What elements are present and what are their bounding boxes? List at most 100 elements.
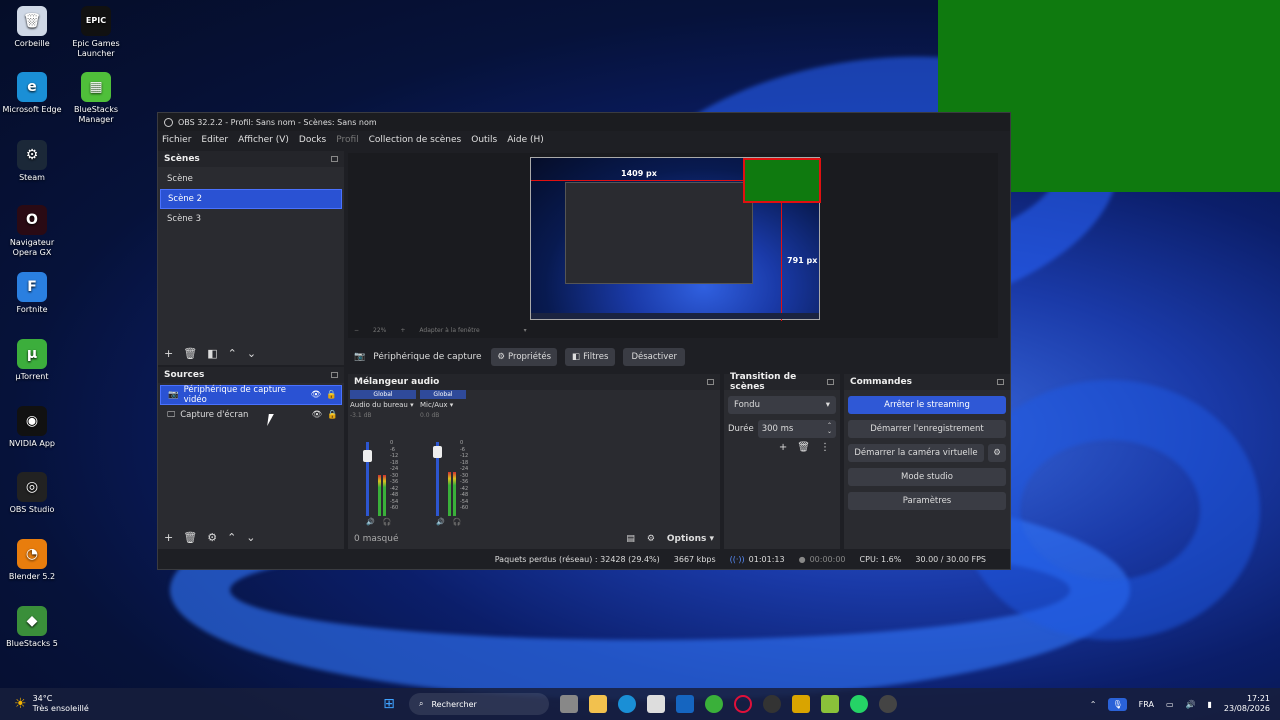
volume-fader[interactable] — [363, 442, 372, 516]
mail-icon[interactable] — [676, 695, 694, 713]
headphones-icon[interactable]: 🎧 — [453, 518, 462, 526]
settings-button[interactable]: Paramètres — [848, 492, 1006, 510]
desktop-shortcut[interactable]: O Navigateur Opera GX — [0, 205, 64, 258]
desktop-shortcut[interactable]: EPIC Epic Games Launcher — [64, 6, 128, 59]
add-icon[interactable]: + — [164, 531, 173, 544]
undock-icon[interactable] — [707, 379, 714, 385]
desktop-shortcut[interactable]: µ µTorrent — [0, 339, 64, 382]
menu-profil[interactable]: Profil — [336, 135, 358, 145]
layout-icon[interactable]: ▤ — [626, 534, 635, 544]
start-virtual-camera-button[interactable]: Démarrer la caméra virtuelle — [848, 444, 984, 462]
desktop-shortcut[interactable]: e Microsoft Edge — [0, 72, 64, 115]
fit-to-window-select[interactable]: Adapter à la fenêtre — [419, 327, 479, 334]
menu-afficher[interactable]: Afficher (V) — [238, 135, 289, 145]
properties-button[interactable]: ⚙ Propriétés — [491, 348, 558, 366]
bluestacks-icon[interactable] — [792, 695, 810, 713]
preview-screen[interactable]: 1409 px 791 px — [530, 157, 821, 321]
file-explorer-icon[interactable] — [589, 695, 607, 713]
scene-item-selected[interactable]: Scène 2 — [160, 189, 342, 209]
network-icon[interactable]: ▭ — [1166, 700, 1174, 709]
transition-type-select[interactable]: Fondu ▾ — [728, 396, 836, 414]
undock-icon[interactable] — [331, 372, 338, 378]
speaker-icon[interactable]: 🔊 — [436, 518, 445, 526]
filters-button[interactable]: ◧ Filtres — [565, 348, 616, 366]
desktop-shortcut[interactable]: ⚙ Steam — [0, 140, 64, 183]
edge-icon[interactable] — [618, 695, 636, 713]
whatsapp-icon[interactable] — [850, 695, 868, 713]
zoom-in-icon[interactable]: + — [400, 327, 405, 334]
store-icon[interactable] — [647, 695, 665, 713]
visibility-eye-icon[interactable]: 👁 — [312, 410, 323, 420]
battery-icon[interactable]: ▮ — [1207, 700, 1211, 709]
add-icon[interactable]: + — [779, 442, 787, 453]
desktop-shortcut[interactable]: ▦ BlueStacks Manager — [64, 72, 128, 125]
bluestacks-manager-icon[interactable] — [821, 695, 839, 713]
stop-streaming-button[interactable]: Arrêter le streaming — [848, 396, 1006, 414]
lock-icon[interactable]: 🔒 — [326, 390, 337, 400]
audio-mixer-panel: Mélangeur audio Global Audio du bureau ▾ -… — [348, 374, 720, 549]
virtual-camera-settings-button[interactable]: ⚙ — [988, 444, 1006, 462]
microphone-icon[interactable]: 🎙 — [1108, 697, 1127, 711]
options-button[interactable]: Options ▾ — [667, 534, 714, 544]
fader-handle[interactable] — [433, 446, 442, 458]
undock-icon[interactable] — [331, 156, 338, 162]
undock-icon[interactable] — [997, 379, 1004, 385]
gear-icon[interactable]: ⚙ — [207, 531, 217, 544]
settings-icon[interactable]: ⚙ — [647, 534, 655, 544]
fader-handle[interactable] — [363, 450, 372, 462]
headphones-icon[interactable]: 🎧 — [383, 518, 392, 526]
xbox-icon[interactable] — [705, 695, 723, 713]
channel-name-dropdown[interactable]: Mic/Aux ▾ — [420, 401, 480, 409]
scene-item[interactable]: Scène — [160, 169, 342, 189]
tray-chevron-icon[interactable]: ⌃ — [1090, 700, 1097, 709]
desktop-shortcut[interactable]: ◆ BlueStacks 5 — [0, 606, 64, 649]
desktop-shortcut[interactable]: 🗑 Corbeille — [0, 6, 64, 49]
taskbar-search[interactable]: ⌕ Rechercher — [409, 693, 549, 715]
desktop-shortcut[interactable]: ◎ OBS Studio — [0, 472, 64, 515]
speaker-icon[interactable]: 🔊 — [366, 518, 375, 526]
menu-collection-scenes[interactable]: Collection de scènes — [369, 135, 462, 145]
move-down-icon[interactable]: ⌄ — [247, 347, 256, 360]
channel-name-dropdown[interactable]: Audio du bureau ▾ — [350, 401, 414, 409]
duration-spinbox[interactable]: 300 ms ⌃ ⌄ — [757, 420, 836, 438]
clock[interactable]: 17:21 23/08/2026 — [1224, 694, 1270, 714]
deactivate-button[interactable]: Désactiver — [623, 348, 686, 366]
menu-docks[interactable]: Docks — [299, 135, 326, 145]
menu-fichier[interactable]: Fichier — [162, 135, 191, 145]
preview-green-region[interactable] — [743, 158, 821, 203]
scene-item[interactable]: Scène 3 — [160, 209, 342, 229]
undock-icon[interactable] — [827, 379, 834, 385]
menu-editer[interactable]: Editer — [201, 135, 228, 145]
visibility-eye-icon[interactable]: 👁 — [311, 390, 322, 400]
chevron-down-icon[interactable]: ▾ — [524, 327, 527, 334]
task-view-icon[interactable] — [560, 695, 578, 713]
volume-fader[interactable] — [433, 442, 442, 516]
lock-icon[interactable]: 🔒 — [327, 410, 338, 420]
obs-icon[interactable] — [763, 695, 781, 713]
filter-icon[interactable]: ◧ — [207, 347, 217, 360]
desktop-shortcut[interactable]: F Fortnite — [0, 272, 64, 315]
trash-icon[interactable]: 🗑 — [183, 531, 197, 544]
studio-mode-button[interactable]: Mode studio — [848, 468, 1006, 486]
trash-icon[interactable]: 🗑 — [797, 442, 810, 453]
language-indicator[interactable]: FRA — [1139, 700, 1154, 709]
source-item-selected[interactable]: 📷 Périphérique de capture vidéo 👁 🔒 — [160, 385, 342, 405]
desktop-shortcut[interactable]: ◉ NVIDIA App — [0, 406, 64, 449]
volume-icon[interactable]: 🔊 — [1186, 700, 1196, 709]
move-up-icon[interactable]: ⌃ — [227, 531, 236, 544]
source-item[interactable]: 🖵 Capture d'écran 👁 🔒 — [160, 405, 342, 425]
start-recording-button[interactable]: Démarrer l'enregistrement — [848, 420, 1006, 438]
menu-outils[interactable]: Outils — [471, 135, 497, 145]
menu-aide[interactable]: Aide (H) — [507, 135, 544, 145]
desktop-shortcut[interactable]: ◔ Blender 5.2 — [0, 539, 64, 582]
move-down-icon[interactable]: ⌄ — [246, 531, 255, 544]
gps-icon[interactable] — [879, 695, 897, 713]
opera-gx-icon[interactable] — [734, 695, 752, 713]
zoom-out-icon[interactable]: − — [354, 327, 359, 334]
add-icon[interactable]: + — [164, 347, 173, 360]
windows-start-icon[interactable]: ⊞ — [380, 695, 398, 713]
more-icon[interactable]: ⋮ — [820, 442, 830, 453]
move-up-icon[interactable]: ⌃ — [228, 347, 237, 360]
trash-icon[interactable]: 🗑 — [183, 347, 197, 360]
weather-widget[interactable]: ☀ 34°C Très ensoleillé — [0, 694, 300, 714]
